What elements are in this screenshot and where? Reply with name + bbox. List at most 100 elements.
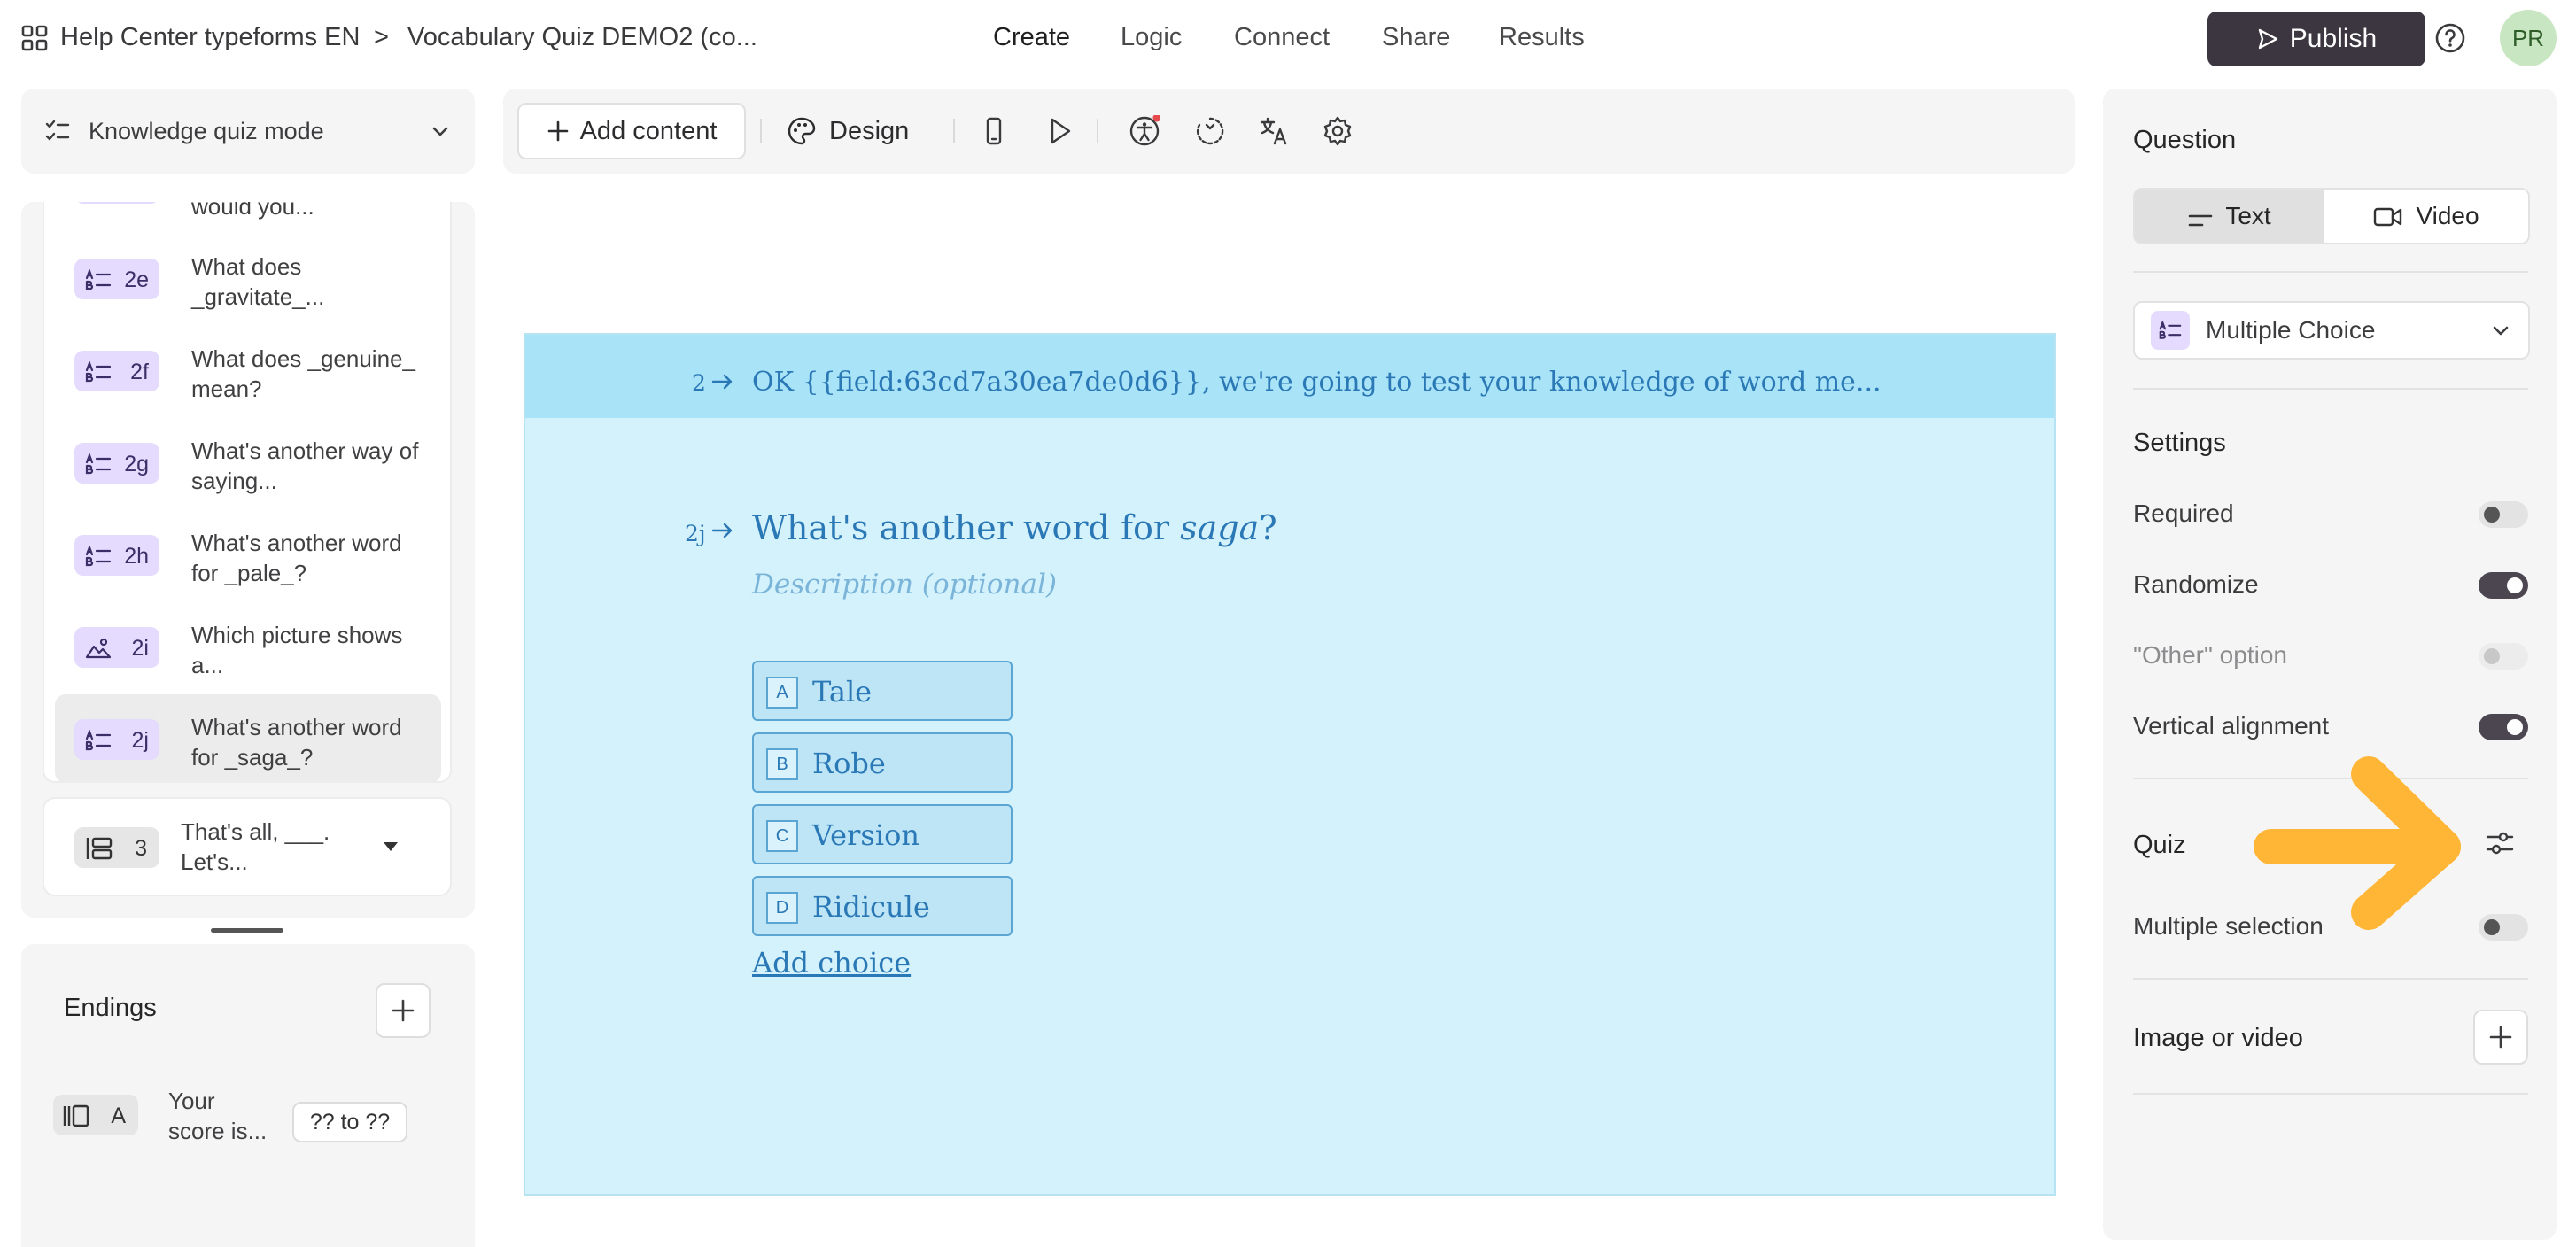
other-option-label: "Other" option: [2133, 641, 2287, 669]
divider: [2133, 271, 2528, 273]
chevron-down-icon: [429, 120, 452, 143]
multiple-selection-toggle[interactable]: [2479, 914, 2528, 941]
score-range-badge[interactable]: ?? to ??: [292, 1102, 407, 1142]
ending-text: Your score is...: [168, 1088, 268, 1144]
quiz-mode-selector[interactable]: Knowledge quiz mode: [21, 89, 475, 174]
video-tab-label: Video: [2416, 202, 2479, 229]
panel-resize-handle[interactable]: [211, 928, 283, 933]
accessibility-icon[interactable]: [1129, 113, 1161, 147]
choice-b[interactable]: B Robe: [752, 732, 1013, 793]
group-number: 3: [135, 836, 147, 861]
avatar[interactable]: PR: [2500, 10, 2557, 66]
choice-key: C: [766, 820, 798, 852]
question-text: What's another way of saying...: [191, 438, 419, 494]
help-icon[interactable]: [2434, 22, 2466, 54]
tab-connect[interactable]: Connect: [1234, 23, 1330, 52]
question-type-label: Multiple Choice: [2206, 316, 2376, 344]
question-badge: 2f: [74, 351, 159, 391]
group-header-text: OK {{field:63cd7a30ea7de0d6}}, we're goi…: [752, 367, 1882, 398]
question-text: What's another word for _pale_?: [191, 530, 402, 586]
required-toggle[interactable]: [2479, 501, 2528, 528]
randomize-toggle[interactable]: [2479, 572, 2528, 599]
question-type-group: Multiple Choice: [2151, 311, 2375, 350]
vertical-alignment-toggle[interactable]: [2479, 714, 2528, 740]
add-ending-button[interactable]: [376, 983, 431, 1038]
question-item-2h[interactable]: 2h What's another word for _pale_?: [55, 510, 441, 599]
design-label: Design: [829, 116, 910, 145]
chevron-down-icon: [2489, 319, 2512, 342]
question-badge: 2i: [74, 627, 159, 668]
multiple-choice-icon: [85, 267, 112, 290]
question-item-2g[interactable]: 2g What's another way of saying...: [55, 418, 441, 507]
question-list: would you... 2e What does _gravitate_...…: [21, 202, 475, 918]
question-number-label: 2j: [685, 521, 706, 546]
play-preview-icon[interactable]: [1044, 115, 1075, 147]
group-text: That's all, ___. Let's...: [181, 818, 330, 875]
question-text: What's another word for _saga_?: [191, 714, 402, 771]
video-camera-icon: [2373, 205, 2403, 227]
divider: [2133, 388, 2528, 390]
toolbar-divider: [760, 119, 762, 143]
add-choice-link[interactable]: Add choice: [752, 946, 911, 980]
question-item-2e[interactable]: 2e What does _gravitate_...: [55, 234, 441, 322]
question-item-2f[interactable]: 2f What does _genuine_ mean?: [55, 326, 441, 414]
choice-label: Robe: [812, 747, 886, 780]
question-title[interactable]: What's another word for saga?: [752, 508, 1277, 547]
toolbar-divider: [953, 119, 955, 143]
question-item-2j[interactable]: 2j What's another word for _saga_?: [55, 694, 441, 783]
group-header[interactable]: 2 OK {{field:63cd7a30ea7de0d6}}, we're g…: [525, 335, 2054, 418]
question-settings-panel: Question Text Video Multiple Choice Sett…: [2103, 89, 2557, 1240]
tab-create[interactable]: Create: [993, 23, 1070, 52]
publish-button[interactable]: Publish: [2207, 12, 2425, 66]
other-option-toggle[interactable]: [2479, 643, 2528, 670]
add-content-label: Add content: [579, 116, 718, 145]
apps-grid-icon[interactable]: [21, 25, 48, 51]
add-content-button[interactable]: Add content: [517, 103, 746, 159]
arrow-right-icon: [711, 521, 734, 540]
partial-question-item[interactable]: would you...: [55, 202, 441, 225]
tab-share[interactable]: Share: [1382, 23, 1450, 52]
plus-icon: [391, 998, 415, 1023]
breadcrumb-workspace[interactable]: Help Center typeforms EN: [60, 23, 360, 52]
add-image-video-button[interactable]: [2473, 1010, 2528, 1065]
partial-question-text: would you...: [191, 202, 314, 220]
group-header-number: 2: [692, 370, 706, 396]
ending-item-a[interactable]: A Your score is... ?? to ??: [39, 1077, 455, 1157]
toggle-knob: [2484, 919, 2500, 935]
divider: [2133, 1093, 2528, 1095]
quiz-settings-sliders-icon[interactable]: [2482, 825, 2518, 861]
video-tab[interactable]: Video: [2324, 190, 2528, 243]
mobile-preview-icon[interactable]: [978, 115, 1010, 147]
statement-group-icon: [85, 836, 113, 861]
multiple-choice-icon: [85, 360, 112, 383]
form-title[interactable]: Vocabulary Quiz DEMO2 (co...: [407, 23, 757, 52]
question-item-2i[interactable]: 2i Which picture shows a...: [55, 602, 441, 691]
loading-spinner-icon[interactable]: [1194, 115, 1226, 147]
translate-icon[interactable]: [1258, 115, 1290, 147]
toggle-knob: [2484, 507, 2500, 523]
tab-results[interactable]: Results: [1499, 23, 1585, 52]
question-text: What does _genuine_ mean?: [191, 345, 415, 402]
quiz-mode-group: Knowledge quiz mode: [44, 118, 324, 145]
question-number: 2g: [124, 452, 149, 476]
question-group-3[interactable]: 3 That's all, ___. Let's...: [43, 797, 452, 896]
choice-c[interactable]: C Version: [752, 804, 1013, 864]
question-title-prefix: What's another word for: [752, 508, 1181, 547]
settings-section-title: Settings: [2133, 429, 2226, 457]
description-input[interactable]: Description (optional): [752, 569, 1057, 600]
design-button[interactable]: Design: [787, 103, 909, 159]
group-badge: 3: [74, 827, 159, 868]
ending-letter: A: [111, 1104, 126, 1128]
partial-badge: [74, 202, 159, 204]
question-type-dropdown[interactable]: Multiple Choice: [2133, 301, 2530, 360]
choice-a[interactable]: A Tale: [752, 661, 1013, 721]
choice-d[interactable]: D Ridicule: [752, 876, 1013, 936]
text-lines-icon: [2188, 207, 2213, 227]
question-number: 2j: [131, 728, 149, 753]
form-preview-canvas: 2 OK {{field:63cd7a30ea7de0d6}}, we're g…: [524, 333, 2056, 1196]
text-tab[interactable]: Text: [2135, 190, 2324, 243]
text-tab-label: Text: [2225, 202, 2271, 229]
settings-gear-icon[interactable]: [1322, 115, 1354, 147]
tab-logic[interactable]: Logic: [1121, 23, 1182, 52]
caret-down-icon[interactable]: [381, 838, 400, 856]
